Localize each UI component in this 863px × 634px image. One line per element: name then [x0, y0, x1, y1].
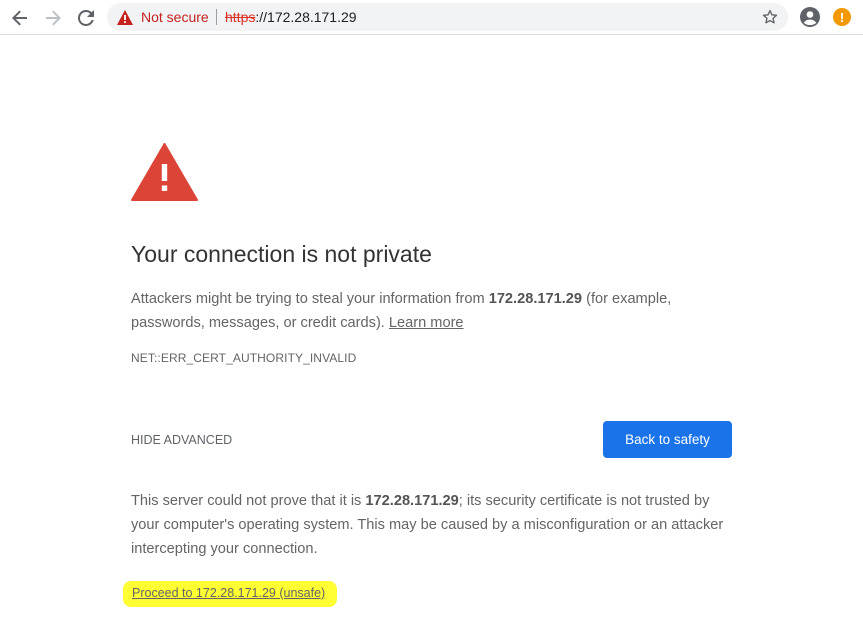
arrow-left-icon [12, 10, 27, 26]
host-name: 172.28.171.29 [488, 291, 583, 307]
large-warning-triangle-icon [131, 143, 198, 201]
arrow-right-icon [46, 10, 61, 26]
url-text[interactable]: https://172.28.171.29 [225, 3, 357, 31]
url-scheme: https [225, 9, 256, 25]
not-secure-label: Not secure [141, 9, 209, 25]
profile-button[interactable] [800, 7, 820, 27]
omnibox-separator [216, 9, 217, 25]
browser-toolbar: Not secure https://172.28.171.29 ! [0, 0, 863, 35]
hide-advanced-button[interactable]: HIDE ADVANCED [131, 433, 232, 447]
learn-more-link[interactable]: Learn more [389, 315, 464, 331]
reload-button[interactable] [74, 6, 98, 30]
details-prefix: This server could not prove that it is [131, 493, 366, 509]
details-host-name: 172.28.171.29 [365, 493, 459, 509]
star-icon [762, 9, 778, 24]
reload-icon [78, 10, 94, 26]
back-to-safety-button[interactable]: Back to safety [603, 421, 732, 458]
page-title: Your connection is not private [131, 241, 432, 267]
account-circle-icon [800, 7, 820, 27]
warning-triangle-icon [117, 9, 133, 25]
details-paragraph: This server could not prove that it is 1… [131, 489, 736, 561]
error-code: NET::ERR_CERT_AUTHORITY_INVALID [131, 351, 357, 365]
forward-button[interactable] [41, 6, 65, 30]
update-alert-icon[interactable]: ! [833, 8, 851, 26]
back-button[interactable] [8, 6, 32, 30]
explanation-prefix: Attackers might be trying to steal your … [131, 291, 489, 307]
bookmark-star-button[interactable] [760, 7, 780, 27]
proceed-unsafe-link[interactable]: Proceed to 172.28.171.29 (unsafe) [132, 586, 325, 600]
url-host: ://172.28.171.29 [255, 9, 357, 25]
explanation-paragraph: Attackers might be trying to steal your … [131, 287, 732, 335]
security-indicator[interactable]: Not secure [117, 3, 209, 31]
omnibox[interactable]: Not secure https://172.28.171.29 [107, 3, 788, 31]
